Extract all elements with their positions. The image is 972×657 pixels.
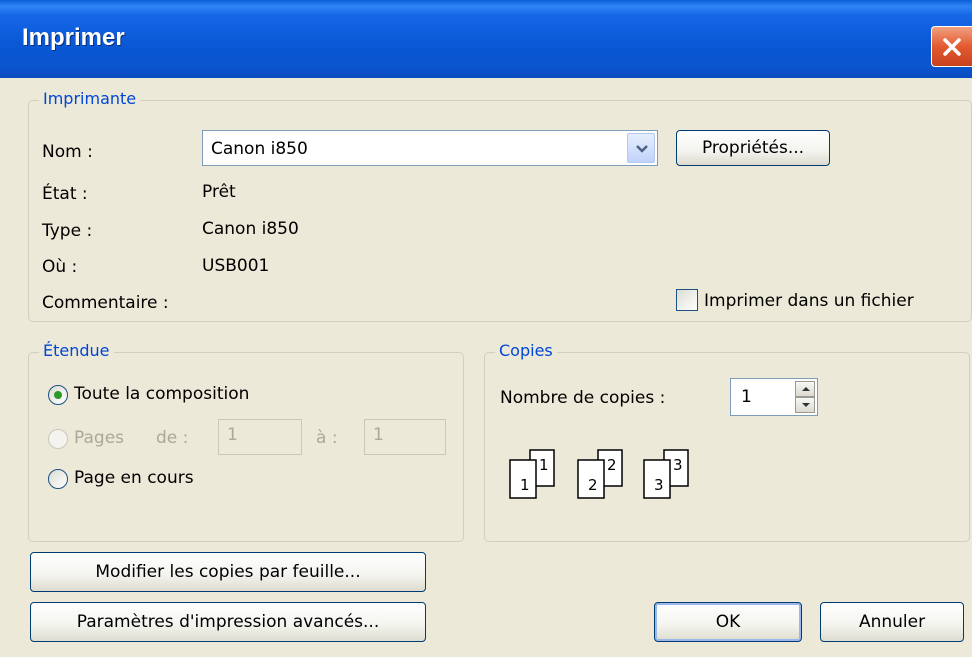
copies-count-spinner[interactable]: 1 [730,378,818,416]
advanced-settings-button[interactable]: Paramètres d'impression avancés... [30,602,426,642]
close-icon [943,38,961,56]
arrow-up-icon [802,387,810,391]
radio-current-page[interactable] [48,469,68,489]
radio-all[interactable] [48,385,68,405]
status-label: État : [42,184,88,204]
print-to-file-checkbox[interactable] [676,289,698,311]
collate-page-3-front: 3 [654,476,664,494]
radio-all-label[interactable]: Toute la composition [74,384,249,404]
collate-page-3-back: 3 [673,456,683,474]
copies-count-value: 1 [741,387,752,407]
modify-copies-button[interactable]: Modifier les copies par feuille... [30,552,426,592]
collate-page-1-back: 1 [539,456,549,474]
type-value: Canon i850 [202,219,299,239]
ok-button[interactable]: OK [654,602,802,642]
spinner-down-button[interactable] [795,397,815,413]
arrow-down-icon [802,403,810,407]
dropdown-arrow[interactable] [627,133,655,163]
radio-current-page-label[interactable]: Page en cours [74,468,194,488]
chevron-down-icon [636,145,648,153]
range-group-legend: Étendue [39,341,114,360]
collate-page-2-front: 2 [588,476,598,494]
collate-page-1-front: 1 [520,476,530,494]
from-input: 1 [218,419,302,455]
close-button[interactable] [931,26,972,67]
copies-group: Copies [484,341,970,542]
collate-page-2-back: 2 [607,456,617,474]
comment-label: Commentaire : [42,293,169,313]
title-bar: Imprimer [0,0,972,78]
from-input-value: 1 [227,425,238,445]
status-value: Prêt [202,182,236,202]
radio-pages [48,429,68,449]
cancel-button[interactable]: Annuler [820,602,964,642]
window-title: Imprimer [22,24,125,51]
to-label: à : [316,428,338,448]
where-value: USB001 [202,256,270,276]
name-label: Nom : [42,142,93,162]
printer-select-value: Canon i850 [211,139,308,159]
from-label: de : [156,428,189,448]
to-input: 1 [364,419,446,455]
collate-icon: 1 1 2 2 3 3 [509,449,689,499]
printer-group-legend: Imprimante [39,89,141,108]
copies-count-label: Nombre de copies : [500,388,666,408]
copies-group-legend: Copies [495,341,557,360]
properties-button[interactable]: Propriétés... [676,130,830,166]
print-to-file-label[interactable]: Imprimer dans un fichier [704,291,914,311]
radio-pages-label: Pages [74,428,125,448]
where-label: Où : [42,257,78,277]
type-label: Type : [42,221,93,241]
to-input-value: 1 [373,425,384,445]
print-dialog: Imprimer Imprimante Nom : Canon i850 Pro… [0,0,972,657]
spinner-up-button[interactable] [795,381,815,397]
printer-select[interactable]: Canon i850 [202,130,658,166]
